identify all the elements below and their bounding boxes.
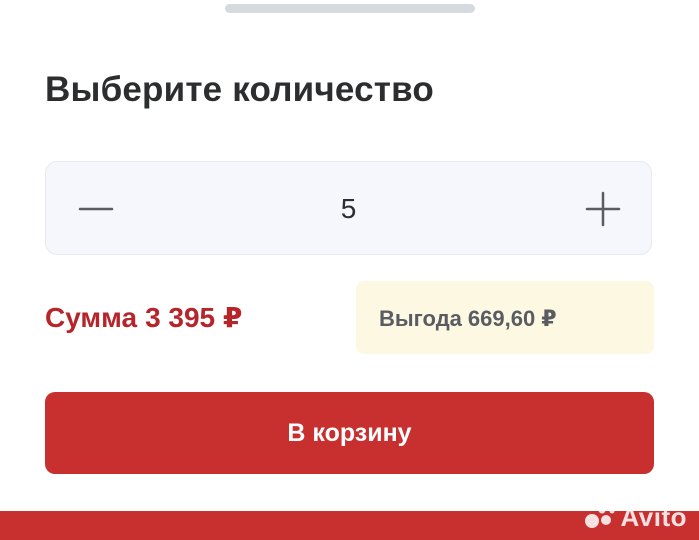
page-title: Выберите количество bbox=[45, 70, 434, 109]
drag-handle[interactable] bbox=[225, 4, 475, 13]
quantity-sheet: Выберите количество 5 Сумма 3 395 ₽ Выгод… bbox=[0, 0, 699, 540]
add-to-cart-button[interactable]: В корзину bbox=[45, 392, 654, 474]
sum-value: 3 395 ₽ bbox=[145, 302, 243, 333]
total-sum: Сумма 3 395 ₽ bbox=[45, 301, 250, 334]
benefit-label: Выгода bbox=[379, 306, 462, 331]
quantity-value[interactable]: 5 bbox=[46, 193, 651, 225]
sum-label: Сумма bbox=[45, 302, 138, 333]
watermark-text: Avito bbox=[620, 501, 687, 532]
avito-watermark: Avito bbox=[582, 501, 687, 532]
increase-button[interactable] bbox=[585, 191, 621, 227]
plus-icon bbox=[585, 191, 621, 227]
avito-logo-icon bbox=[585, 506, 615, 528]
benefit-text: Выгода 669,60 ₽ bbox=[379, 306, 563, 332]
quantity-stepper: 5 bbox=[45, 161, 652, 255]
benefit-badge: Выгода 669,60 ₽ bbox=[356, 281, 654, 354]
benefit-value: 669,60 ₽ bbox=[467, 306, 557, 331]
